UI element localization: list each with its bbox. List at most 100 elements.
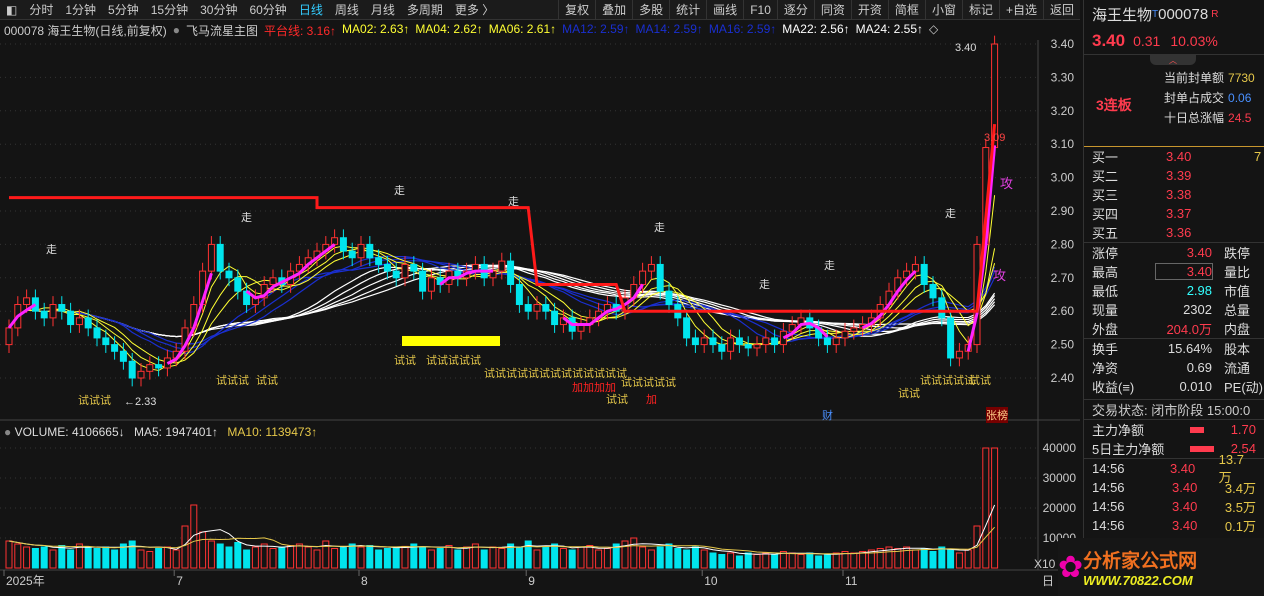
candle-down [339, 237, 347, 252]
seal-value: 0.06 [1228, 91, 1252, 105]
volume-bar [832, 552, 840, 569]
volume-bar [850, 552, 858, 569]
settings-diamond-icon[interactable]: ◇ [929, 22, 938, 39]
ma-legend-item: 平台线: 3.16↑ [263, 23, 337, 38]
toolbar-button[interactable]: 叠加 [595, 0, 632, 20]
toolbar-button[interactable]: 画线 [706, 0, 743, 20]
indicator-dropdown-icon[interactable]: ● [173, 23, 180, 37]
flower-icon: ✿ [1058, 550, 1084, 584]
ma-legend-item: MA02: 2.63↑ [342, 21, 410, 36]
stat-value: 2302 [1183, 302, 1212, 317]
stat-row: 现量 2302 总量 [1084, 300, 1264, 319]
tick-time: 14:56 [1092, 518, 1125, 533]
volume-bar [603, 548, 611, 569]
candle-down [735, 337, 743, 346]
candle-down [542, 304, 550, 312]
volume-bar [859, 551, 867, 569]
limit-list-marker[interactable]: 张榜 [986, 407, 1008, 423]
volume-bar [260, 543, 268, 569]
volume-bar [58, 545, 66, 569]
volume-bar [163, 546, 171, 569]
candle-up [5, 327, 13, 346]
volume-dropdown-icon[interactable]: ● [4, 425, 11, 439]
volume-bar [287, 545, 295, 569]
candle-down [111, 344, 119, 352]
toolbar-button[interactable]: +自选 [998, 0, 1043, 20]
toolbar-button[interactable]: 复权 [558, 0, 595, 20]
period-tab[interactable]: 15分钟 [145, 1, 194, 18]
ma-legend-item: MA24: 2.55↑ [855, 21, 924, 36]
tick-price: 3.40 [1172, 518, 1198, 533]
volume-bar [797, 554, 805, 569]
volume-bar [718, 554, 726, 569]
candle-down [929, 283, 937, 299]
volume-bar [753, 554, 761, 569]
volume-bar [533, 549, 541, 569]
toolbar-button[interactable]: 同资 [813, 0, 851, 20]
volume-bar [480, 549, 488, 569]
price-row: 3.40 0.31 10.03% [1084, 28, 1264, 54]
toolbar-button[interactable]: 开资 [850, 0, 888, 20]
volume-tick: 20000 [1043, 501, 1077, 515]
volume-bar [31, 548, 39, 569]
limit-up-box: ︿ 3连板 当前封单额 7730 封单占成交 0.06 十日总涨幅 24.5 [1084, 54, 1264, 146]
stock-name: 海王生物 [1092, 6, 1153, 24]
volume-bar [190, 504, 198, 569]
candle-down [551, 310, 559, 326]
volume-bar [128, 540, 136, 569]
finance-marker[interactable]: 财 [822, 407, 833, 423]
try-label: 试试 [898, 388, 920, 400]
period-tab[interactable]: 30分钟 [194, 1, 243, 18]
collapse-button[interactable]: ︿ [1150, 55, 1196, 65]
tick-price: 3.40 [1169, 461, 1196, 476]
bid-price: 3.37 [1166, 206, 1192, 221]
period-tab[interactable]: 更多 〉 [449, 1, 500, 18]
toolbar-button[interactable]: 简框 [887, 0, 925, 20]
stat-row: 收益(≡) 0.010 PE(动) [1084, 377, 1264, 396]
ma-legend-item: MA16: 2.59↑ [708, 21, 777, 36]
period-tab[interactable]: 分时 [23, 1, 59, 18]
candle-up [911, 263, 919, 272]
flow-label: 主力净额 [1092, 423, 1145, 438]
walk-label: 走 [759, 279, 770, 291]
toolbar-button[interactable]: F10 [743, 0, 777, 20]
stat-value: 3.40 [1186, 245, 1212, 260]
volume-bar [155, 548, 163, 569]
period-tab[interactable]: 60分钟 [243, 1, 292, 18]
try-label: 试试试试试 [426, 355, 481, 367]
period-tab[interactable]: 1分钟 [59, 1, 102, 18]
volume-bar [665, 543, 673, 569]
toolbar-button[interactable]: 多股 [632, 0, 669, 20]
candle-down [410, 263, 418, 272]
candle-up [753, 344, 761, 349]
indicator-name[interactable]: 飞马流星主图 [186, 22, 258, 39]
tick-volume: 0.1万 [1224, 519, 1256, 534]
sidebar-toggle-icon[interactable]: ◧ [0, 3, 23, 17]
candle-up [137, 370, 145, 379]
toolbar-button[interactable]: 返回 [1042, 0, 1080, 20]
toolbar-button[interactable]: 统计 [669, 0, 706, 20]
volume-bar [234, 542, 242, 569]
ma-legend-item: MA06: 2.61↑ [488, 21, 557, 36]
period-tab[interactable]: 周线 [329, 1, 365, 18]
candle-up [639, 270, 647, 285]
candle-down [383, 263, 391, 272]
stat-label: 量比 [1224, 265, 1251, 280]
period-tab[interactable]: 5分钟 [102, 1, 145, 18]
period-tab[interactable]: 日线 [293, 1, 329, 18]
volume-bar [691, 546, 699, 569]
volume-bar [762, 552, 770, 569]
toolbar-button[interactable]: 标记 [961, 0, 999, 20]
kline-chart[interactable]: 2.40 2.50 2.60 2.70 2.80 2.90 3.00 3.10 3.20 3.30… [0, 0, 1080, 596]
high-price-label: 3.40 [955, 42, 977, 54]
seal-label: 封单占成交 [1164, 91, 1225, 105]
toolbar-button[interactable]: 逐分 [776, 0, 814, 20]
yellow-zone-bar [402, 336, 500, 346]
flow-value: 1.70 [1230, 422, 1256, 437]
volume-bar [595, 549, 603, 569]
period-tab[interactable]: 多周期 [401, 1, 449, 18]
candle-down [67, 310, 75, 326]
candle-down [348, 250, 356, 259]
period-tab[interactable]: 月线 [365, 1, 401, 18]
toolbar-button[interactable]: 小窗 [924, 0, 962, 20]
